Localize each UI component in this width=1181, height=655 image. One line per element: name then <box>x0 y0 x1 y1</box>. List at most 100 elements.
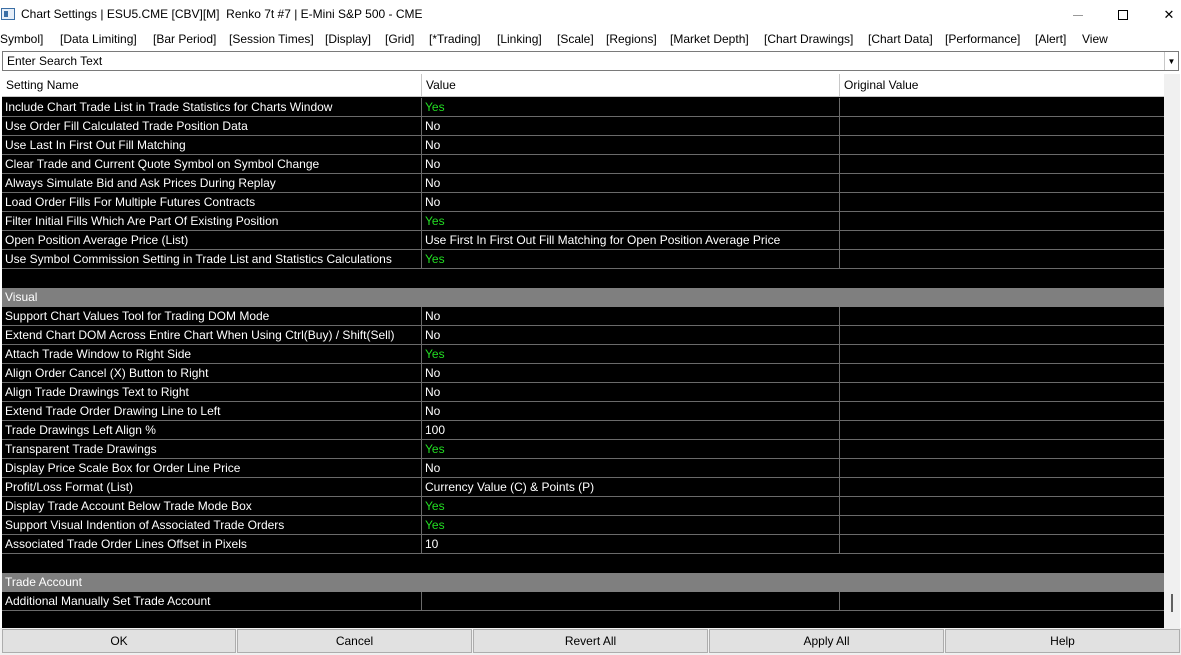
setting-value-cell[interactable] <box>422 592 840 610</box>
ok-button[interactable]: OK <box>2 629 236 653</box>
section-label: Trade Account <box>5 575 82 589</box>
settings-tab-bar: Symbol] [Data Limiting] [Bar Period] [Se… <box>0 30 1181 50</box>
vertical-scrollbar[interactable] <box>1164 74 1180 629</box>
setting-value-cell[interactable]: Yes <box>422 250 840 268</box>
tab-display[interactable]: [Display] <box>325 32 371 46</box>
setting-value-cell[interactable]: Yes <box>422 212 840 230</box>
grid-rows: Include Chart Trade List in Trade Statis… <box>2 98 1164 611</box>
revert-all-button[interactable]: Revert All <box>473 629 708 653</box>
setting-row[interactable]: Use Order Fill Calculated Trade Position… <box>2 117 1164 136</box>
setting-row[interactable]: Profit/Loss Format (List) Currency Value … <box>2 478 1164 497</box>
title-bar: Chart Settings | ESU5.CME [CBV][M] Renko… <box>0 0 1181 30</box>
setting-row[interactable]: Use Symbol Commission Setting in Trade L… <box>2 250 1164 269</box>
original-value-cell <box>840 155 1164 173</box>
setting-value-cell[interactable]: No <box>422 383 840 401</box>
section-header[interactable]: Trade Account <box>2 573 1164 592</box>
setting-value-cell[interactable]: Yes <box>422 98 840 116</box>
setting-value-cell[interactable]: Yes <box>422 516 840 534</box>
setting-row[interactable]: Associated Trade Order Lines Offset in P… <box>2 535 1164 554</box>
setting-value-cell[interactable]: No <box>422 459 840 477</box>
tab-session-times[interactable]: [Session Times] <box>229 32 314 46</box>
original-value-cell <box>840 231 1164 249</box>
setting-value-cell[interactable]: Use First In First Out Fill Matching for… <box>422 231 840 249</box>
setting-row[interactable]: Open Position Average Price (List) Use Fi… <box>2 231 1164 250</box>
tab-symbol[interactable]: Symbol] <box>0 32 43 46</box>
setting-value-cell[interactable]: No <box>422 155 840 173</box>
setting-row[interactable]: Trade Drawings Left Align % 100 <box>2 421 1164 440</box>
setting-value-cell[interactable]: Yes <box>422 440 840 458</box>
tab-bar-period[interactable]: [Bar Period] <box>153 32 216 46</box>
setting-row[interactable]: Clear Trade and Current Quote Symbol on … <box>2 155 1164 174</box>
tab-regions[interactable]: [Regions] <box>606 32 657 46</box>
help-button[interactable]: Help <box>945 629 1180 653</box>
column-header-setting-name[interactable]: Setting Name <box>2 74 422 97</box>
setting-name-cell: Extend Chart DOM Across Entire Chart Whe… <box>2 326 422 344</box>
setting-name-cell: Load Order Fills For Multiple Futures Co… <box>2 193 422 211</box>
column-header-value[interactable]: Value <box>422 74 840 97</box>
setting-value-cell[interactable]: 100 <box>422 421 840 439</box>
tab-data-limiting[interactable]: [Data Limiting] <box>60 32 137 46</box>
minimize-button[interactable] <box>1055 0 1101 30</box>
blank-row <box>2 269 1164 288</box>
setting-name-cell: Additional Manually Set Trade Account <box>2 592 422 610</box>
setting-value-cell[interactable]: 10 <box>422 535 840 553</box>
setting-value-cell[interactable]: No <box>422 174 840 192</box>
setting-row[interactable]: Extend Chart DOM Across Entire Chart Whe… <box>2 326 1164 345</box>
setting-name-cell: Filter Initial Fills Which Are Part Of E… <box>2 212 422 230</box>
tab-trading[interactable]: [*Trading] <box>429 32 481 46</box>
tab-chart-drawings[interactable]: [Chart Drawings] <box>764 32 853 46</box>
setting-row[interactable]: Attach Trade Window to Right Side Yes <box>2 345 1164 364</box>
setting-value-cell[interactable]: Yes <box>422 497 840 515</box>
setting-name-cell: Trade Drawings Left Align % <box>2 421 422 439</box>
setting-value-cell[interactable]: No <box>422 364 840 382</box>
tab-performance[interactable]: [Performance] <box>945 32 1020 46</box>
close-button[interactable]: ✕ <box>1146 0 1181 30</box>
setting-row[interactable]: Filter Initial Fills Which Are Part Of E… <box>2 212 1164 231</box>
setting-row[interactable]: Display Price Scale Box for Order Line P… <box>2 459 1164 478</box>
setting-value-cell[interactable]: No <box>422 307 840 325</box>
section-header[interactable]: Visual <box>2 288 1164 307</box>
setting-row[interactable]: Additional Manually Set Trade Account <box>2 592 1164 611</box>
setting-row[interactable]: Display Trade Account Below Trade Mode B… <box>2 497 1164 516</box>
original-value-cell <box>840 307 1164 325</box>
original-value-cell <box>840 535 1164 553</box>
setting-row[interactable]: Support Visual Indention of Associated T… <box>2 516 1164 535</box>
search-box: ▼ <box>2 51 1179 71</box>
tab-view[interactable]: View <box>1082 32 1108 46</box>
setting-row[interactable]: Align Order Cancel (X) Button to Right No <box>2 364 1164 383</box>
setting-value-cell[interactable]: No <box>422 136 840 154</box>
maximize-button[interactable] <box>1100 0 1146 30</box>
tab-scale[interactable]: [Scale] <box>557 32 594 46</box>
setting-row[interactable]: Load Order Fills For Multiple Futures Co… <box>2 193 1164 212</box>
setting-value-cell[interactable]: No <box>422 326 840 344</box>
setting-row[interactable]: Extend Trade Order Drawing Line to Left N… <box>2 402 1164 421</box>
setting-row[interactable]: Always Simulate Bid and Ask Prices Durin… <box>2 174 1164 193</box>
tab-alert[interactable]: [Alert] <box>1035 32 1066 46</box>
original-value-cell <box>840 174 1164 192</box>
tab-market-depth[interactable]: [Market Depth] <box>670 32 749 46</box>
search-input[interactable] <box>3 52 1163 70</box>
setting-name-cell: Align Trade Drawings Text to Right <box>2 383 422 401</box>
tab-linking[interactable]: [Linking] <box>497 32 542 46</box>
original-value-cell <box>840 136 1164 154</box>
setting-row[interactable]: Support Chart Values Tool for Trading DO… <box>2 307 1164 326</box>
setting-value-cell[interactable]: Yes <box>422 345 840 363</box>
chevron-down-icon[interactable]: ▼ <box>1164 52 1178 70</box>
cancel-button[interactable]: Cancel <box>237 629 472 653</box>
tab-grid[interactable]: [Grid] <box>385 32 414 46</box>
setting-row[interactable]: Include Chart Trade List in Trade Statis… <box>2 98 1164 117</box>
setting-value-cell[interactable]: No <box>422 117 840 135</box>
setting-row[interactable]: Align Trade Drawings Text to Right No <box>2 383 1164 402</box>
scrollbar-thumb[interactable] <box>1171 594 1173 612</box>
setting-value-cell[interactable]: Currency Value (C) & Points (P) <box>422 478 840 496</box>
setting-name-cell: Include Chart Trade List in Trade Statis… <box>2 98 422 116</box>
column-header-original-value[interactable]: Original Value <box>840 74 1164 97</box>
setting-row[interactable]: Use Last In First Out Fill Matching No <box>2 136 1164 155</box>
apply-all-button[interactable]: Apply All <box>709 629 944 653</box>
setting-name-cell: Support Visual Indention of Associated T… <box>2 516 422 534</box>
setting-value-cell[interactable]: No <box>422 402 840 420</box>
setting-value-cell[interactable]: No <box>422 193 840 211</box>
setting-name-cell: Open Position Average Price (List) <box>2 231 422 249</box>
setting-row[interactable]: Transparent Trade Drawings Yes <box>2 440 1164 459</box>
tab-chart-data[interactable]: [Chart Data] <box>868 32 933 46</box>
